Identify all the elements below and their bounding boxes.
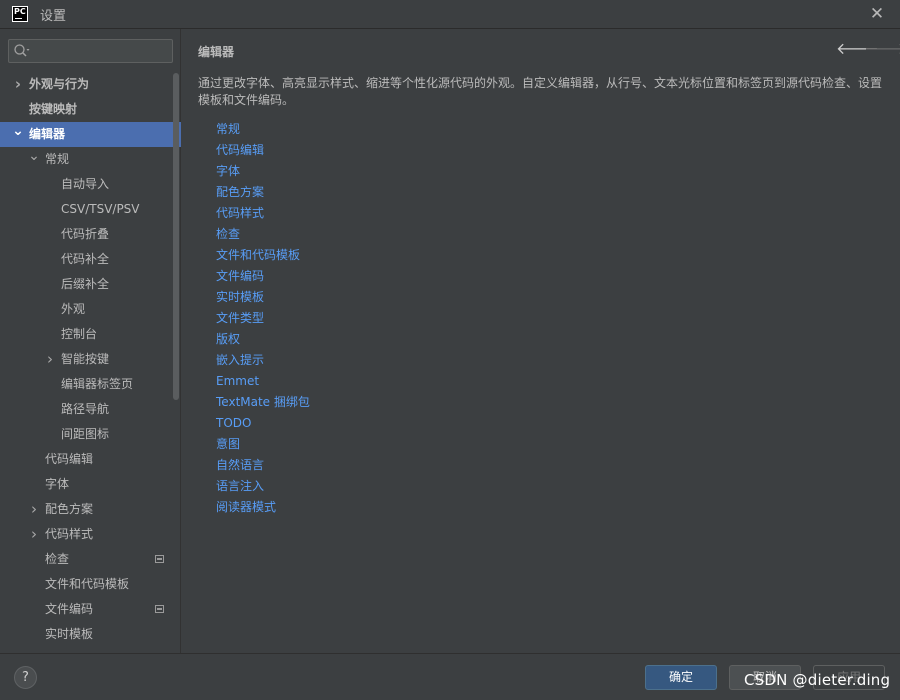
settings-link[interactable]: 字体 — [216, 161, 310, 182]
sidebar-item-label: 实时模板 — [45, 627, 94, 641]
sidebar-item-label: 自动导入 — [61, 177, 110, 191]
sidebar-item[interactable]: › 外观与行为 — [0, 72, 181, 97]
sidebar-item-label: 编辑器 — [29, 127, 66, 141]
sidebar-item-label: 代码编辑 — [45, 452, 94, 466]
sidebar-item[interactable]: 字体 — [0, 472, 181, 497]
close-icon[interactable]: ✕ — [868, 5, 886, 23]
sidebar-item[interactable]: 按键映射 — [0, 97, 181, 122]
page-description: 通过更改字体、高亮显示样式、缩进等个性化源代码的外观。自定义编辑器，从行号、文本… — [198, 76, 883, 107]
chevron-right-icon[interactable]: › — [44, 347, 56, 372]
settings-link[interactable]: 意图 — [216, 434, 310, 455]
chevron-right-icon[interactable]: › — [28, 522, 40, 547]
sidebar-item[interactable]: 路径导航 — [0, 397, 181, 422]
settings-link[interactable]: TODO — [216, 413, 310, 434]
sidebar-item-label: 检查 — [45, 552, 70, 566]
sidebar-item[interactable]: 实时模板 — [0, 622, 181, 647]
settings-link[interactable]: Emmet — [216, 371, 310, 392]
sidebar-item-label: 智能按键 — [61, 352, 110, 366]
sidebar-item[interactable]: CSV/TSV/PSV — [0, 197, 181, 222]
search-box[interactable] — [8, 39, 173, 63]
sidebar-item-label: 后缀补全 — [61, 277, 110, 291]
sub-page-links: 常规 代码编辑 字体 配色方案 代码样式 检查 文件和代码模板 文件编码 实时模板 文件类型 版权嵌… — [216, 119, 310, 518]
settings-link[interactable]: 常规 — [216, 119, 310, 140]
sidebar-item[interactable]: 检查 — [0, 547, 181, 572]
sidebar-item[interactable]: › 智能按键 — [0, 347, 181, 372]
sidebar-item-label: 代码折叠 — [61, 227, 110, 241]
sidebar-item-label: 代码补全 — [61, 252, 110, 266]
sidebar-item-label: 配色方案 — [45, 502, 94, 516]
page-title: 编辑器 — [198, 45, 235, 59]
ok-button[interactable]: 确定 — [645, 665, 717, 690]
chevron-right-icon[interactable]: › — [12, 72, 24, 97]
chevron-right-icon[interactable]: › — [28, 497, 40, 522]
settings-link[interactable]: 检查 — [216, 224, 310, 245]
sidebar-item[interactable]: 文件和代码模板 — [0, 572, 181, 597]
sidebar-item-label: 常规 — [45, 152, 70, 166]
settings-link[interactable]: 嵌入提示 — [216, 350, 310, 371]
settings-link[interactable]: 版权 — [216, 329, 310, 350]
sidebar-item[interactable]: 编辑器标签页 — [0, 372, 181, 397]
settings-link[interactable]: 代码样式 — [216, 203, 310, 224]
app-logo-text: PC — [14, 7, 26, 16]
settings-link[interactable]: 自然语言 — [216, 455, 310, 476]
chevron-down-icon[interactable]: ⌄ — [12, 122, 24, 147]
arrow-right-icon[interactable]: 🡒 — [864, 39, 900, 59]
sidebar-item-label: 间距图标 — [61, 427, 110, 441]
sidebar-item-label: CSV/TSV/PSV — [61, 202, 140, 216]
settings-link[interactable]: 文件类型 — [216, 308, 310, 329]
sidebar-item-label: 文件和代码模板 — [45, 577, 130, 591]
dialog-footer: ? 确定 取消 应用 CSDN @dieter.ding — [0, 653, 900, 700]
sidebar-item[interactable]: › 配色方案 — [0, 497, 181, 522]
sidebar-item[interactable]: ⌄ 编辑器 — [0, 122, 181, 147]
settings-link[interactable]: 阅读器模式 — [216, 497, 310, 518]
settings-link[interactable]: 配色方案 — [216, 182, 310, 203]
sidebar-scrollbar[interactable] — [173, 73, 179, 400]
sidebar-item[interactable]: 代码编辑 — [0, 447, 181, 472]
sidebar-item[interactable]: 自动导入 — [0, 172, 181, 197]
sidebar-item-label: 路径导航 — [61, 402, 110, 416]
search-input[interactable] — [33, 42, 168, 60]
sidebar-item[interactable]: 控制台 — [0, 322, 181, 347]
sidebar-item-label: 文件编码 — [45, 602, 94, 616]
arrow-left-icon[interactable]: 🡐 — [836, 39, 879, 59]
settings-tree: › 外观与行为按键映射 ⌄ 编辑器 ⌄ 常规自动导入 CSV/TSV/PSV 代码折叠代码补全… — [0, 72, 181, 647]
sidebar-item-label: 外观与行为 — [29, 77, 90, 91]
sidebar-item[interactable]: 后缀补全 — [0, 272, 181, 297]
settings-link[interactable]: 文件和代码模板 — [216, 245, 310, 266]
pycharm-logo-icon: PC — [12, 6, 28, 22]
settings-link[interactable]: TextMate 捆绑包 — [216, 392, 310, 413]
project-scope-icon — [155, 555, 164, 563]
window-title: 设置 — [40, 8, 67, 24]
settings-link[interactable]: 代码编辑 — [216, 140, 310, 161]
help-button[interactable]: ? — [14, 666, 37, 689]
settings-link[interactable]: 文件编码 — [216, 266, 310, 287]
sidebar-item-label: 字体 — [45, 477, 70, 491]
sidebar-item[interactable]: › 代码样式 — [0, 522, 181, 547]
settings-link[interactable]: 语言注入 — [216, 476, 310, 497]
chevron-down-icon[interactable]: ⌄ — [28, 147, 40, 172]
sidebar-item[interactable]: 代码折叠 — [0, 222, 181, 247]
sidebar-item[interactable]: 外观 — [0, 297, 181, 322]
sidebar-item-label: 代码样式 — [45, 527, 94, 541]
title-bar: PC 设置 ✕ — [0, 0, 900, 29]
csdn-watermark: CSDN @dieter.ding — [744, 671, 891, 689]
settings-sidebar: › 外观与行为按键映射 ⌄ 编辑器 ⌄ 常规自动导入 CSV/TSV/PSV 代码折叠代码补全… — [0, 29, 181, 653]
sidebar-item-label: 外观 — [61, 302, 86, 316]
sidebar-item[interactable]: 文件编码 — [0, 597, 181, 622]
sidebar-item[interactable]: 间距图标 — [0, 422, 181, 447]
sidebar-item[interactable]: 代码补全 — [0, 247, 181, 272]
sidebar-item-label: 按键映射 — [29, 102, 78, 116]
sidebar-item-label: 编辑器标签页 — [61, 377, 134, 391]
sidebar-item[interactable]: ⌄ 常规 — [0, 147, 181, 172]
settings-main-panel: 编辑器 🡐 🡒 通过更改字体、高亮显示样式、缩进等个性化源代码的外观。自定义编辑… — [182, 29, 900, 653]
sidebar-item-label: 控制台 — [61, 327, 98, 341]
project-scope-icon — [155, 605, 164, 613]
settings-link[interactable]: 实时模板 — [216, 287, 310, 308]
search-icon — [14, 44, 30, 57]
